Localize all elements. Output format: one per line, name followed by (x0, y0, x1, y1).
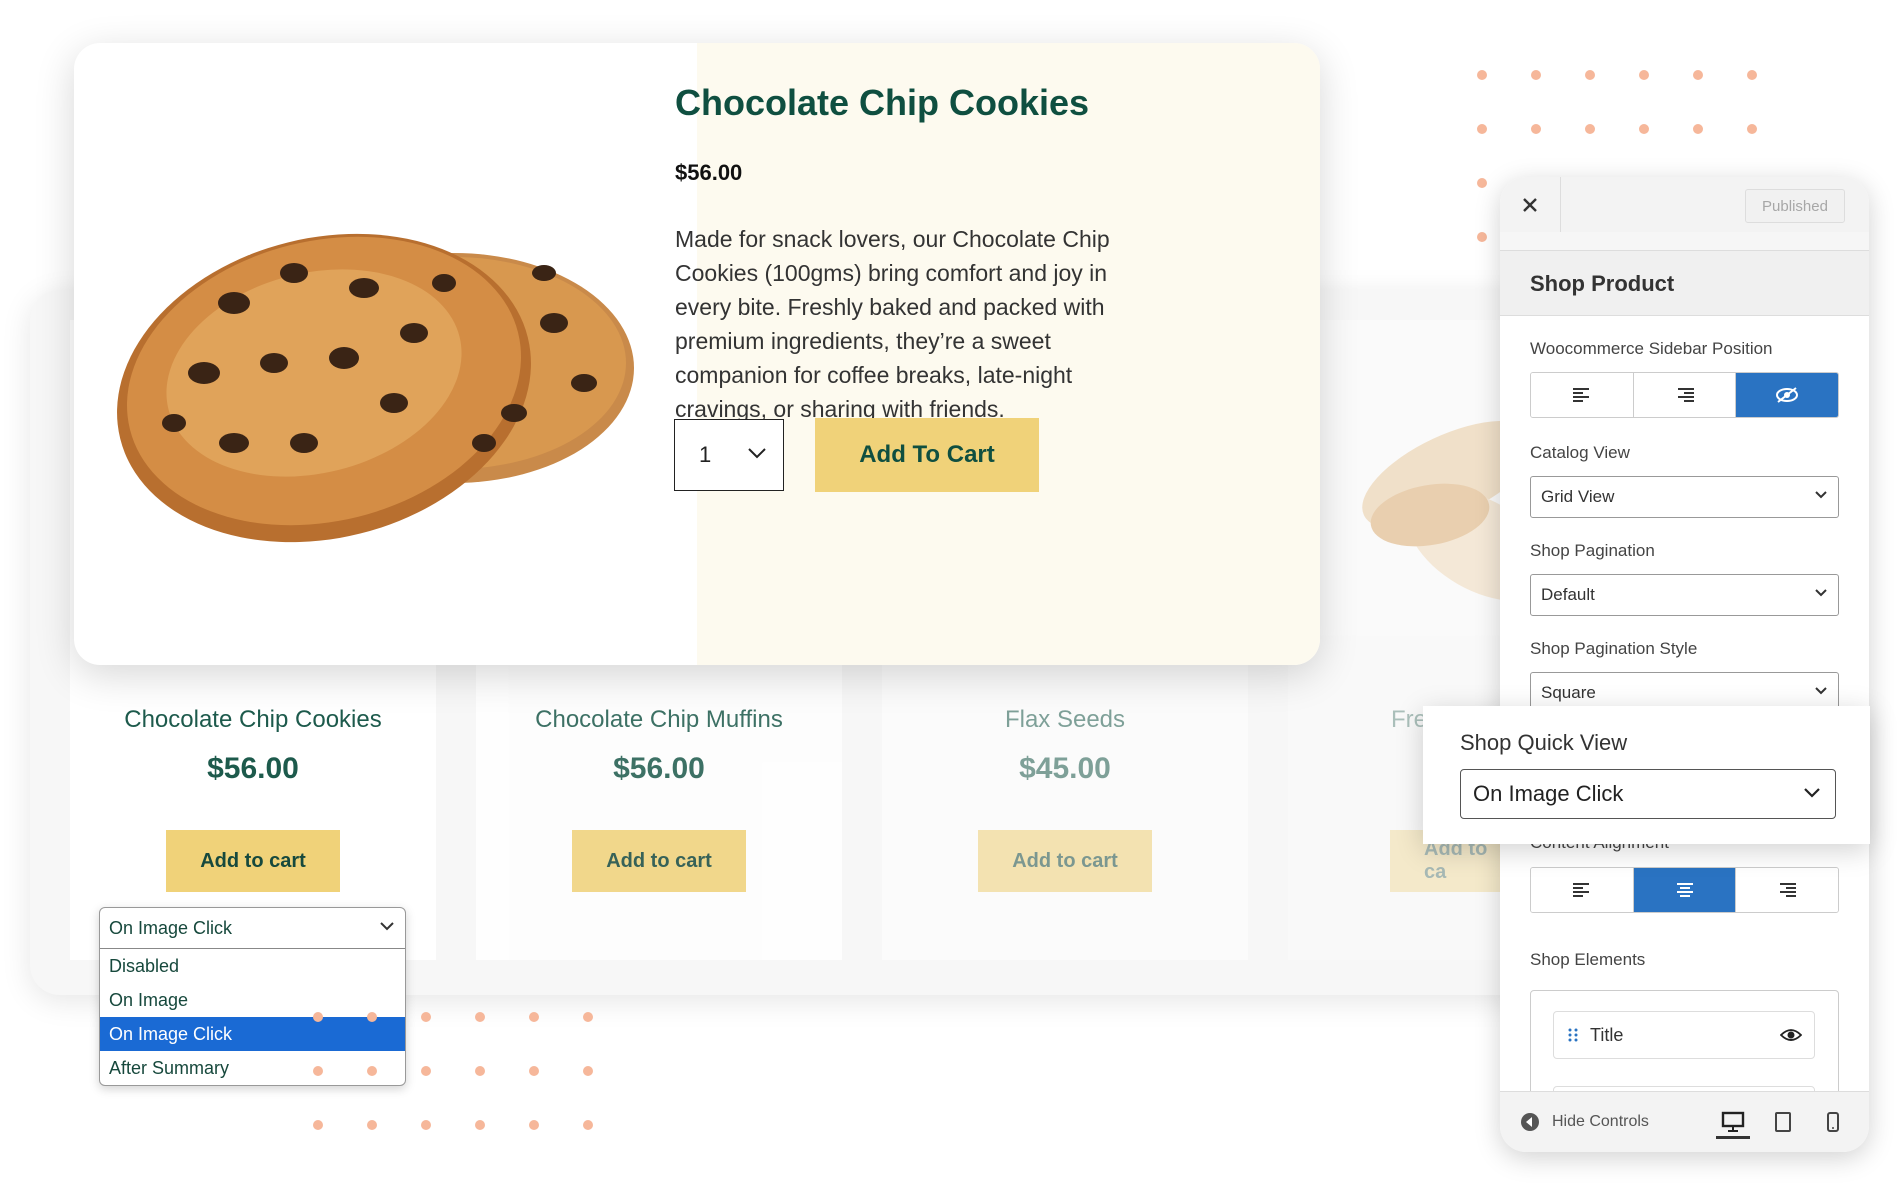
shop-quick-view-value: On Image Click (1473, 781, 1624, 806)
tablet-icon (1775, 1112, 1791, 1132)
decorative-dots (313, 1012, 593, 1130)
product-title: Chocolate Chip Cookies (675, 82, 1090, 123)
product-title[interactable]: Chocolate Chip Muffins (476, 706, 842, 734)
panel-section-header[interactable]: Shop Product (1500, 251, 1869, 316)
product-title[interactable]: Flax Seeds (882, 706, 1248, 734)
close-icon (1523, 197, 1537, 212)
chevron-down-icon (1815, 491, 1827, 499)
catalog-view-select[interactable]: Grid View (1530, 476, 1839, 518)
align-left-icon (1572, 883, 1589, 897)
chevron-down-icon (1815, 687, 1827, 695)
align-left-button[interactable] (1531, 868, 1634, 912)
hide-controls-button[interactable]: Hide Controls (1520, 1112, 1649, 1132)
eye-icon[interactable] (1780, 1027, 1802, 1043)
align-right-icon (1677, 388, 1694, 402)
align-center-button[interactable] (1633, 868, 1737, 912)
cookie-image (117, 233, 634, 543)
arrow-left-circle-icon (1521, 1113, 1539, 1131)
add-to-cart-button[interactable]: Add to cart (572, 830, 746, 892)
hide-sidebar-button[interactable] (1736, 373, 1838, 417)
drag-handle-icon[interactable] (1568, 1027, 1578, 1043)
align-right-button[interactable] (1736, 868, 1838, 912)
align-right-icon (1780, 883, 1797, 897)
eye-slash-icon (1776, 387, 1799, 403)
shop-quick-view-label: Shop Quick View (1460, 730, 1628, 755)
shop-pagination-label: Shop Pagination (1530, 541, 1655, 560)
desktop-icon (1721, 1111, 1745, 1132)
dropdown-selected-value: On Image Click (109, 917, 233, 938)
close-button[interactable] (1500, 177, 1561, 232)
product-price: $56.00 (675, 160, 743, 185)
add-to-cart-button[interactable]: Add To Cart (815, 418, 1039, 492)
product-price: $56.00 (613, 752, 705, 785)
align-right-button[interactable] (1633, 373, 1737, 417)
product-price: $56.00 (207, 752, 299, 785)
hide-controls-label: Hide Controls (1552, 1113, 1649, 1130)
product-title[interactable]: Chocolate Chip Cookies (70, 706, 436, 734)
mobile-icon (1827, 1112, 1839, 1132)
add-to-cart-button[interactable]: Add to cart (978, 830, 1152, 892)
shop-elements-label: Shop Elements (1530, 950, 1646, 969)
mobile-preview-button[interactable] (1816, 1108, 1850, 1136)
align-left-button[interactable] (1531, 373, 1634, 417)
shop-element-title[interactable]: Title (1553, 1011, 1815, 1059)
dropdown-option-disabled[interactable]: Disabled (100, 949, 405, 983)
section-title: Shop Product (1530, 271, 1675, 296)
add-to-cart-button[interactable]: Add to cart (166, 830, 340, 892)
sidebar-position-label: Woocommerce Sidebar Position (1530, 339, 1773, 358)
sidebar-position-buttons (1530, 372, 1839, 418)
desktop-preview-button[interactable] (1716, 1108, 1750, 1139)
panel-footer: Hide Controls (1500, 1091, 1869, 1152)
chevron-down-icon (1815, 589, 1827, 597)
pagination-style-label: Shop Pagination Style (1530, 639, 1698, 658)
content-alignment-buttons (1530, 867, 1839, 913)
panel-header: Published (1500, 177, 1869, 233)
chevron-down-icon (380, 922, 394, 931)
shop-pagination-select[interactable]: Default (1530, 574, 1839, 616)
chevron-down-icon (748, 448, 766, 459)
align-left-icon (1572, 388, 1589, 402)
shop-quick-view-card: Shop Quick View On Image Click (1423, 706, 1870, 844)
catalog-view-value: Grid View (1541, 487, 1615, 506)
quantity-select[interactable]: 1 (674, 419, 784, 491)
product-description: Made for snack lovers, our Chocolate Chi… (675, 226, 1110, 422)
published-button[interactable]: Published (1745, 189, 1845, 223)
product-price: $45.00 (1019, 752, 1111, 785)
chevron-down-icon (1804, 788, 1820, 798)
quantity-value: 1 (699, 442, 712, 467)
customizer-panel: Published Shop Product Woocommerce Sideb… (1500, 177, 1869, 1152)
align-center-icon (1676, 883, 1693, 897)
shop-quick-view-select[interactable]: On Image Click (1460, 769, 1836, 819)
shop-element-label: Title (1590, 1024, 1624, 1045)
product-title[interactable]: Fre (1391, 706, 1427, 734)
panel-divider (1500, 232, 1869, 251)
tablet-preview-button[interactable] (1766, 1108, 1800, 1136)
dropdown-selected[interactable]: On Image Click (100, 908, 405, 949)
catalog-view-label: Catalog View (1530, 443, 1630, 462)
pagination-style-value: Square (1541, 683, 1596, 702)
shop-pagination-value: Default (1541, 585, 1595, 604)
